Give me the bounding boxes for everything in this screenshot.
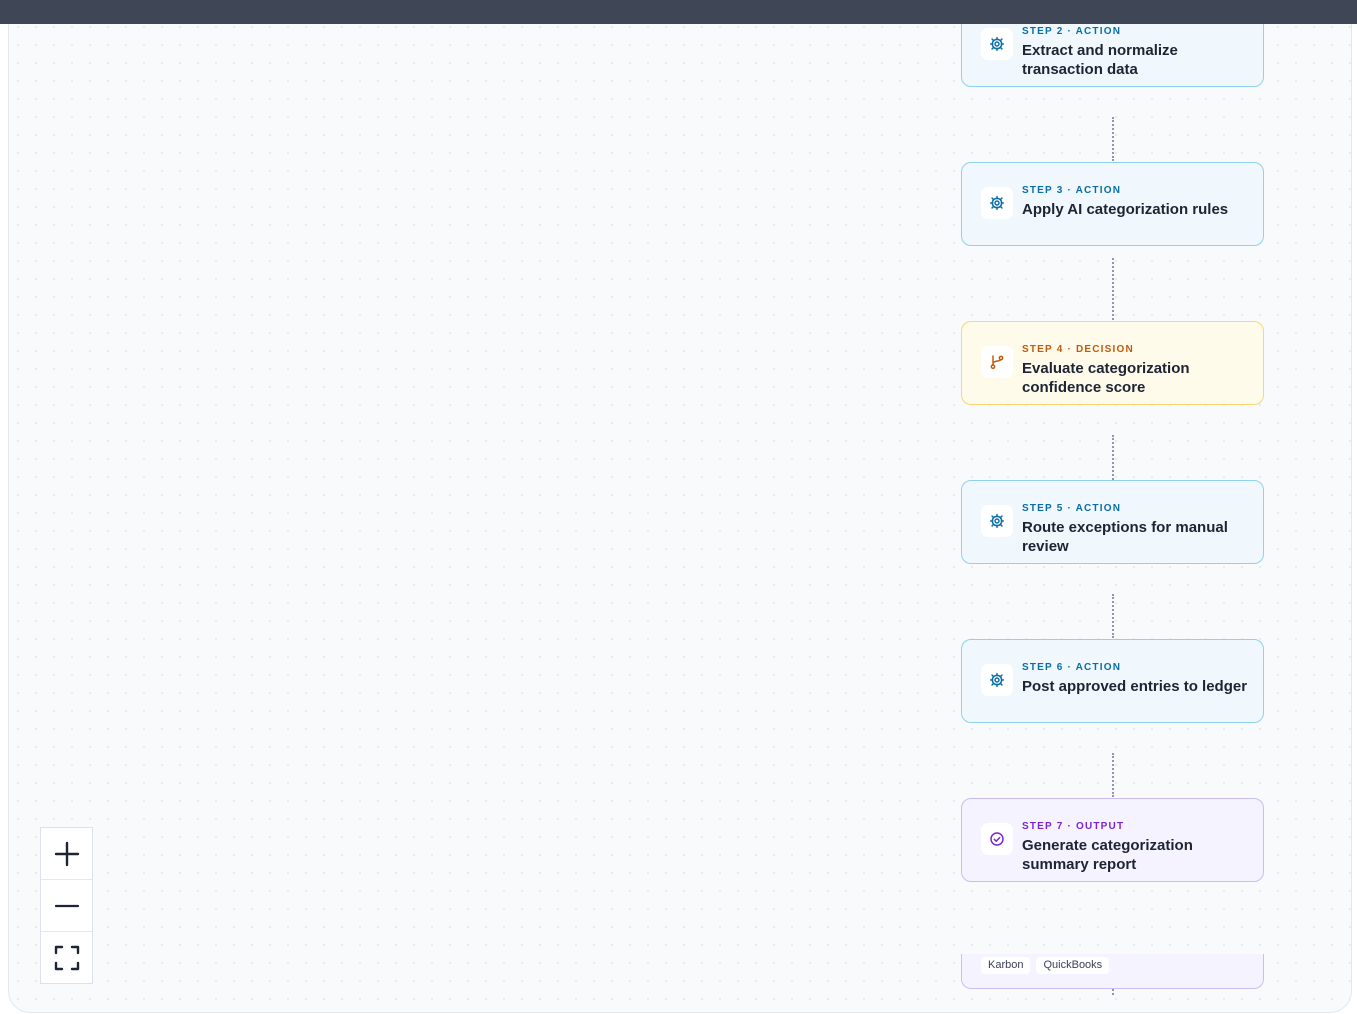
gear-icon	[981, 28, 1013, 60]
step-title: Extract and normalize transaction data	[1022, 42, 1178, 78]
gear-icon	[981, 505, 1013, 537]
minus-icon	[54, 904, 79, 907]
fit-view-button[interactable]	[41, 932, 92, 984]
top-bar	[0, 0, 1357, 24]
connector	[1112, 435, 1114, 480]
zoom-in-button[interactable]	[41, 828, 92, 880]
connector	[1112, 753, 1114, 797]
step-label: STEP 4 · DECISION	[1022, 344, 1134, 355]
gear-icon	[981, 664, 1013, 696]
connector	[1112, 258, 1114, 320]
step-title: Post approved entries to ledger	[1022, 678, 1248, 695]
workflow-step-6[interactable]: STEP 6 · ACTION Post approved entries to…	[961, 639, 1264, 723]
workflow-step-5[interactable]: STEP 5 · ACTION Route exceptions for man…	[961, 480, 1264, 564]
step-title: Generate categorization summary report	[1022, 837, 1193, 873]
branch-icon	[981, 346, 1013, 378]
workflow-step-4[interactable]: STEP 4 · DECISION Evaluate categorizatio…	[961, 321, 1264, 405]
connector	[1112, 117, 1114, 161]
step-label: STEP 3 · ACTION	[1022, 185, 1122, 196]
step-title: Evaluate categorization confidence score	[1022, 360, 1190, 396]
zoom-controls	[40, 827, 93, 984]
step-label: STEP 6 · ACTION	[1022, 662, 1122, 673]
step-label: STEP 5 · ACTION	[1022, 503, 1122, 514]
connector	[1112, 594, 1114, 638]
step-title: Route exceptions for manual review	[1022, 519, 1228, 555]
step-title: Apply AI categorization rules	[1022, 201, 1229, 218]
workflow-step-7[interactable]: STEP 7 · OUTPUT Generate categorization …	[961, 798, 1264, 882]
workflow-step-3[interactable]: STEP 3 · ACTION Apply AI categorization …	[961, 162, 1264, 246]
step-label: STEP 7 · OUTPUT	[1022, 821, 1125, 832]
step-label: STEP 2 · ACTION	[1022, 26, 1122, 37]
check-circle-icon	[981, 823, 1013, 855]
zoom-out-button[interactable]	[41, 880, 92, 932]
workflow-canvas[interactable]: STEP 2 · ACTION Extract and normalize tr…	[8, 0, 1352, 1013]
integration-tag-quickbooks: QuickBooks	[1036, 957, 1110, 974]
integration-tags: Karbon QuickBooks	[961, 954, 1264, 989]
fullscreen-icon	[54, 945, 79, 971]
gear-icon	[981, 187, 1013, 219]
plus-icon	[54, 841, 79, 866]
integration-tag-karbon: Karbon	[981, 957, 1031, 974]
